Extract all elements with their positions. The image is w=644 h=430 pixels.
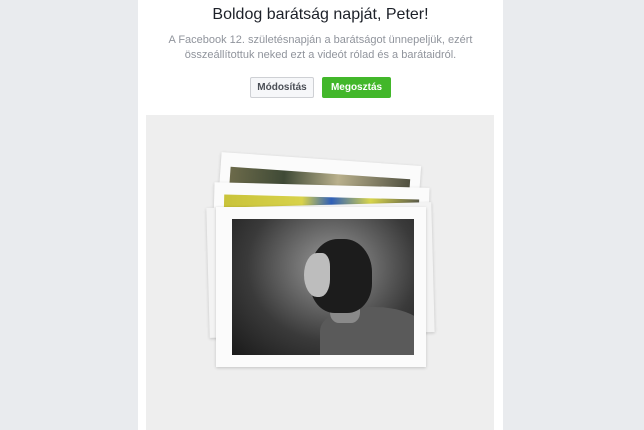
- subtitle-line-1: A Facebook 12. születésnapján a barátság…: [168, 34, 473, 46]
- page: Boldog barátság napját, Peter! A Faceboo…: [0, 0, 644, 430]
- edit-button[interactable]: Módosítás: [250, 77, 314, 98]
- friends-day-card: Boldog barátság napját, Peter! A Faceboo…: [138, 0, 503, 430]
- subtitle-line-2: összeállítottuk neked ezt a videót rólad…: [184, 49, 457, 61]
- video-preview[interactable]: [146, 115, 494, 430]
- photo-subject-face: [304, 253, 330, 297]
- photo-card-main: [216, 207, 426, 367]
- share-button[interactable]: Megosztás: [322, 77, 391, 98]
- subtitle: A Facebook 12. születésnapján a barátság…: [138, 33, 503, 63]
- photo-image-main: [232, 219, 414, 355]
- page-title: Boldog barátság napját, Peter!: [212, 6, 429, 23]
